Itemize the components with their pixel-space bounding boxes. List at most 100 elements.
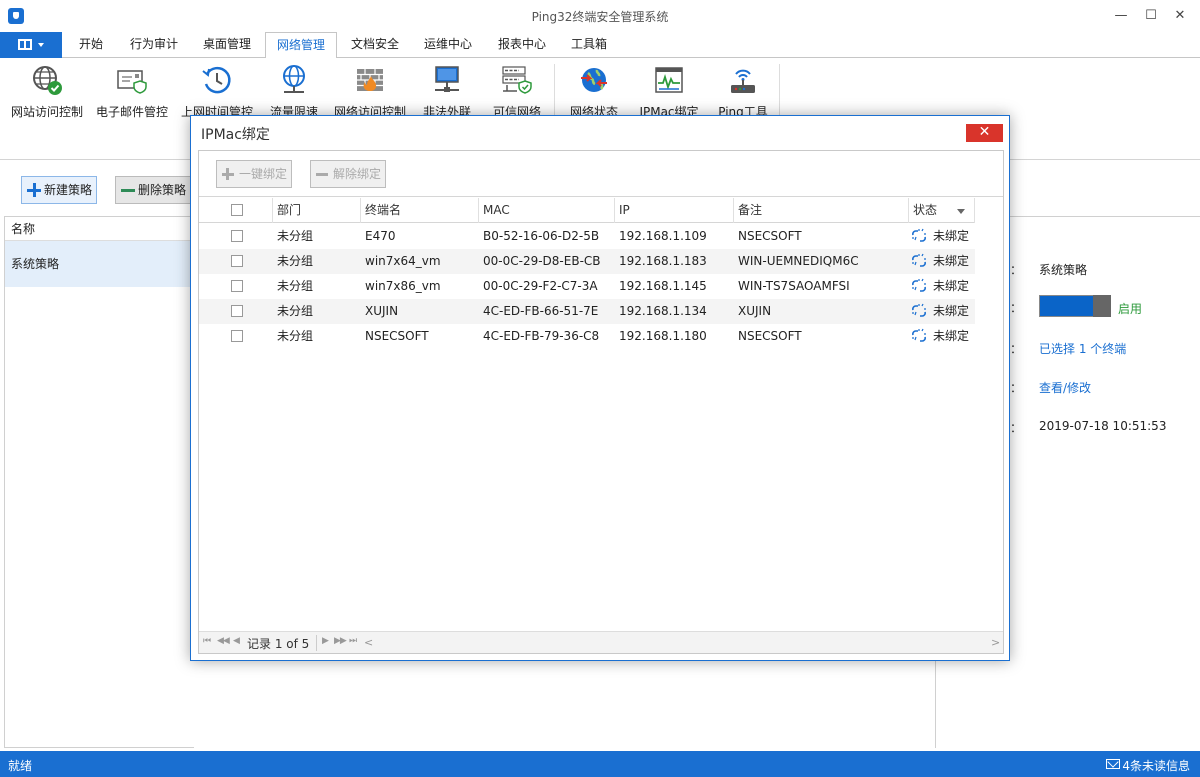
cell-name: win7x86_vm: [365, 279, 441, 293]
table-row[interactable]: 未分组 win7x64_vm 00-0C-29-D8-EB-CB 192.168.1.…: [199, 249, 975, 274]
chevron-down-icon[interactable]: [957, 209, 965, 214]
ping-tool-button[interactable]: Ping工具: [712, 62, 774, 120]
select-all-column: [199, 198, 273, 223]
dialog-title: IPMac绑定: [201, 127, 270, 143]
column-header-status[interactable]: 状态: [909, 198, 975, 223]
row-checkbox[interactable]: [231, 230, 243, 242]
email-shield-icon: [117, 70, 147, 94]
row-checkbox[interactable]: [231, 280, 243, 292]
tab-start[interactable]: 开始: [68, 32, 114, 58]
tab-network[interactable]: 网络管理: [265, 32, 337, 59]
policy-list-item[interactable]: 系统策略: [5, 241, 194, 287]
delete-policy-button[interactable]: 删除策略: [115, 176, 191, 204]
toggle-knob: [1093, 295, 1111, 317]
pager-separator: [316, 635, 317, 651]
website-access-button[interactable]: 网站访问控制: [6, 62, 88, 120]
close-button[interactable]: ✕: [1170, 6, 1190, 26]
chevron-down-icon: [38, 43, 44, 47]
delete-policy-label: 删除策略: [138, 183, 187, 197]
unlink-icon: [912, 253, 926, 267]
ribbon-separator: [779, 64, 780, 118]
maximize-button[interactable]: ☐: [1141, 6, 1161, 26]
policy-list-header: 名称: [5, 217, 194, 241]
tab-behavior-audit[interactable]: 行为审计: [120, 32, 188, 58]
policy-list: 名称 系统策略: [4, 216, 194, 748]
tab-ops-center[interactable]: 运维中心: [414, 32, 482, 58]
row-checkbox[interactable]: [231, 330, 243, 342]
cell-note: WIN-UEMNEDIQM6C: [738, 254, 859, 268]
selected-terminals-link[interactable]: 已选择 1 个终端: [1039, 340, 1126, 357]
cell-note: WIN-TS7SAOAMFSI: [738, 279, 850, 293]
column-header-mac[interactable]: MAC: [479, 198, 615, 223]
prev-button[interactable]: ◀: [233, 636, 240, 646]
column-header-note[interactable]: 备注: [734, 198, 909, 223]
tab-toolbox[interactable]: 工具箱: [561, 32, 617, 58]
tab-desktop[interactable]: 桌面管理: [193, 32, 261, 58]
detail-colon: ：: [1010, 342, 1023, 356]
new-policy-button[interactable]: 新建策略: [21, 176, 97, 204]
table-row[interactable]: 未分组 win7x86_vm 00-0C-29-F2-C7-3A 192.168.1.…: [199, 274, 975, 299]
row-checkbox[interactable]: [231, 255, 243, 267]
unlink-icon: [912, 228, 926, 242]
column-header-name[interactable]: 终端名: [361, 198, 479, 223]
globe-network-icon: [283, 65, 305, 93]
cell-name: E470: [365, 229, 396, 243]
firewall-icon: [357, 69, 383, 91]
bind-all-button[interactable]: 一键绑定: [216, 160, 292, 188]
table-row[interactable]: 未分组 NSECSOFT 4C-ED-FB-79-36-C8 192.168.1.18…: [199, 324, 975, 349]
plus-icon: [27, 183, 41, 197]
cell-name: NSECSOFT: [365, 329, 429, 343]
view-edit-link[interactable]: 查看/修改: [1039, 379, 1091, 396]
minimize-button[interactable]: —: [1111, 6, 1131, 26]
unbind-button[interactable]: 解除绑定: [310, 160, 386, 188]
cell-mac: 00-0C-29-F2-C7-3A: [483, 279, 598, 293]
internet-time-button[interactable]: 上网时间管控: [176, 62, 258, 120]
trusted-network-button[interactable]: 可信网络: [484, 62, 550, 120]
cell-status: 未绑定: [933, 279, 970, 293]
chart-window-icon: [655, 67, 683, 93]
cell-dept: 未分组: [277, 254, 314, 268]
select-all-checkbox[interactable]: [231, 204, 243, 216]
panel-icon: [18, 39, 32, 50]
tab-report-center[interactable]: 报表中心: [488, 32, 556, 58]
file-menu-button[interactable]: [0, 32, 62, 58]
network-status-button[interactable]: 网络状态: [562, 62, 626, 120]
next-button[interactable]: ▶: [322, 636, 329, 646]
dialog-close-button[interactable]: ✕: [966, 124, 1003, 142]
scroll-left-button[interactable]: <: [364, 636, 373, 649]
email-control-button[interactable]: 电子邮件管控: [92, 62, 172, 120]
cell-dept: 未分组: [277, 329, 314, 343]
last-page-button[interactable]: ⏭: [349, 636, 357, 646]
cell-ip: 192.168.1.134: [619, 304, 707, 318]
tab-document-security[interactable]: 文档安全: [341, 32, 409, 58]
illegal-outreach-button[interactable]: 非法外联: [416, 62, 478, 120]
detail-colon: ：: [1010, 263, 1023, 277]
row-checkbox[interactable]: [231, 305, 243, 317]
column-header-ip[interactable]: IP: [615, 198, 734, 223]
scroll-right-button[interactable]: >: [991, 636, 1000, 649]
network-access-button[interactable]: 网络访问控制: [330, 62, 410, 120]
cell-status: 未绑定: [933, 304, 970, 318]
unlink-icon: [912, 303, 926, 317]
cell-note: NSECSOFT: [738, 329, 802, 343]
enable-toggle[interactable]: [1039, 295, 1111, 317]
enabled-label: 启用: [1118, 302, 1143, 316]
table-row[interactable]: 未分组 XUJIN 4C-ED-FB-66-51-7E 192.168.1.134 XU…: [199, 299, 975, 324]
next-page-button[interactable]: ▶▶: [334, 636, 347, 646]
table-row[interactable]: 未分组 E470 B0-52-16-06-D2-5B 192.168.1.109 NSE…: [199, 224, 975, 249]
cell-ip: 192.168.1.180: [619, 329, 707, 343]
minus-icon: [121, 189, 135, 192]
detail-colon: ：: [1010, 301, 1023, 315]
column-header-dept[interactable]: 部门: [273, 198, 361, 223]
cell-dept: 未分组: [277, 304, 314, 318]
prev-page-button[interactable]: ◀◀: [217, 636, 230, 646]
mail-icon[interactable]: [1106, 759, 1120, 769]
traffic-limit-button[interactable]: 流量限速: [262, 62, 326, 120]
unread-messages[interactable]: 4条未读信息: [1122, 757, 1190, 774]
unbind-label: 解除绑定: [333, 167, 382, 181]
status-bar: 就绪 4条未读信息: [0, 751, 1200, 777]
router-icon: [731, 69, 755, 93]
first-page-button[interactable]: ⏮: [203, 636, 211, 646]
ipmac-binding-button[interactable]: IPMac绑定: [632, 62, 706, 120]
record-count: 记录 1 of 5: [247, 637, 310, 651]
